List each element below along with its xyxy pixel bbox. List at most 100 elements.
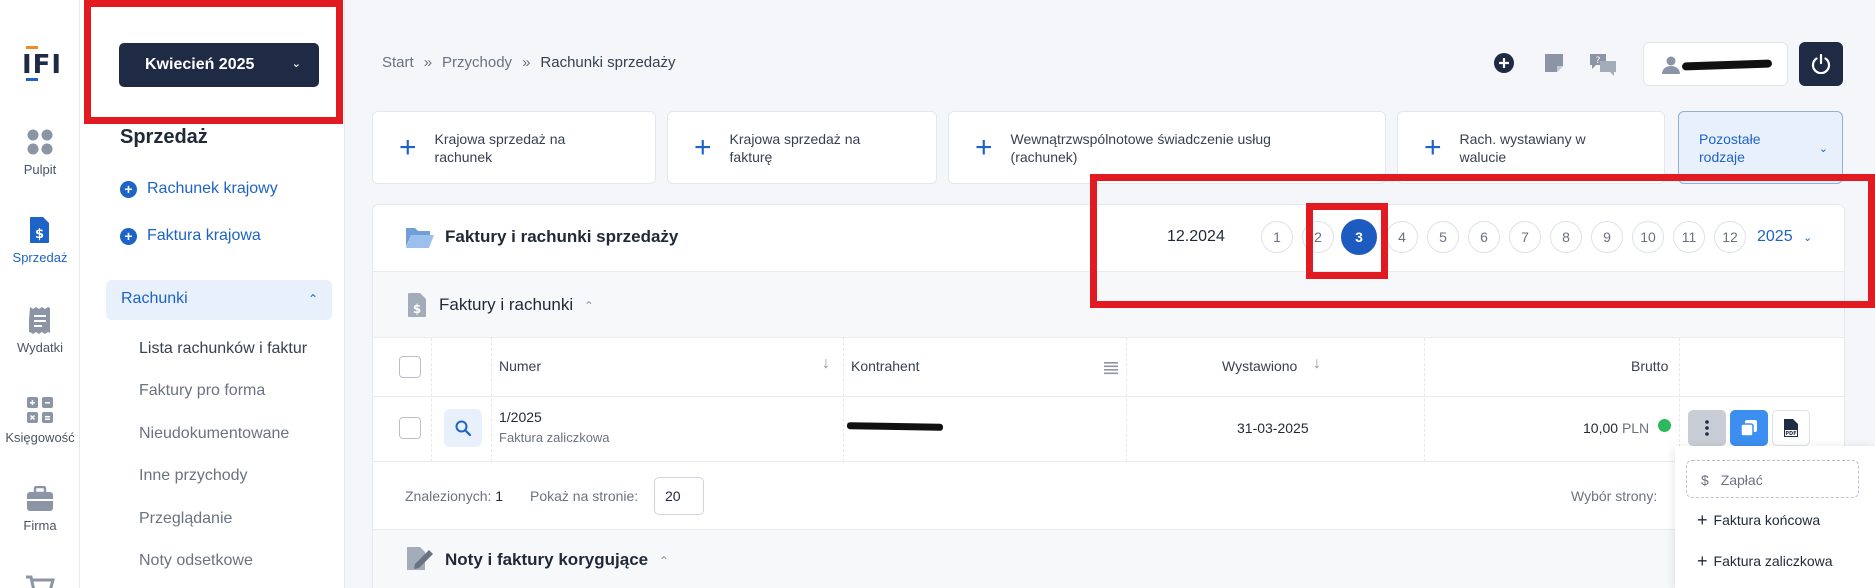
sidebar-subitem-noty-odsetkowe[interactable]: Noty odsetkowe: [139, 552, 253, 570]
rail-item-firma[interactable]: Firma: [0, 486, 80, 533]
menu-item-label: Faktura końcowa: [1713, 512, 1821, 528]
rail-item-pulpit[interactable]: Pulpit: [0, 128, 80, 177]
svg-text:$: $: [413, 302, 421, 316]
more-vertical-icon: [1705, 420, 1709, 436]
payment-status-dot: [1658, 419, 1671, 432]
plus-icon: +: [399, 130, 417, 164]
breadcrumb-separator-icon: »: [423, 54, 433, 71]
user-menu-button[interactable]: [1643, 42, 1788, 86]
filter-lines-icon[interactable]: [1104, 361, 1118, 375]
plus-icon: +: [1424, 130, 1442, 164]
sidebar-link-rachunek-krajowy[interactable]: + Rachunek krajowy: [120, 180, 278, 198]
breadcrumb-item-current: Rachunki sprzedaży: [540, 54, 676, 71]
plus-icon: +: [975, 130, 993, 164]
page-select-label: Wybór strony:: [1571, 488, 1658, 504]
logout-button[interactable]: [1799, 42, 1843, 86]
svg-text:?: ?: [1596, 56, 1601, 66]
sort-down-icon[interactable]: ↓: [822, 355, 830, 373]
document-edit-icon: [407, 547, 433, 570]
per-page-label: Pokaż na stronie:: [530, 488, 639, 504]
notes-title[interactable]: Noty i faktury korygujące ⌃: [445, 550, 669, 570]
breadcrumb-item-przychody[interactable]: Przychody: [442, 54, 512, 71]
folder-open-icon: [406, 228, 434, 248]
menu-item-label: Zapłać: [1720, 472, 1763, 488]
list-title-text: Faktury i rachunki: [439, 295, 574, 314]
redacted-username: [1681, 59, 1773, 71]
chevron-down-icon: ⌄: [1818, 143, 1828, 155]
quick-add-label: Rach. wystawiany w walucie: [1459, 130, 1586, 165]
sidebar-subitem-lista[interactable]: Lista rachunków i faktur: [139, 340, 307, 358]
briefcase-icon: [27, 486, 53, 511]
plus-icon: +: [1697, 510, 1708, 530]
invoice-dollar-icon: $: [30, 217, 49, 243]
rail-item-ksiegowosc[interactable]: Księgowość: [0, 396, 80, 445]
dollar-icon: $: [1701, 472, 1709, 488]
found-value: 1: [495, 488, 504, 504]
quick-add-label: Wewnątrzwspólnotowe świadczenie usług (r…: [1010, 130, 1271, 165]
calculator-icon: [27, 397, 53, 423]
rail-item-wydatki[interactable]: Wydatki: [0, 306, 80, 355]
highlight-box-month-pagination: [1090, 174, 1875, 308]
row-brutto: 10,00 PLN: [1583, 420, 1649, 436]
sidebar-link-label: Rachunek krajowy: [147, 180, 278, 197]
row-copy-button[interactable]: [1730, 410, 1768, 446]
row-brutto-amount: 10,00: [1583, 420, 1619, 436]
highlight-box-active-month: [1306, 203, 1388, 279]
rail-item-label: Firma: [23, 518, 57, 533]
table-row[interactable]: 1/2025 Faktura zaliczkowa 31-03-2025 10,…: [373, 397, 1844, 462]
receipt-icon: [29, 307, 50, 334]
sidebar-subitem-przegladanie[interactable]: Przeglądanie: [139, 510, 232, 528]
logo-accent-blue: [26, 78, 38, 81]
breadcrumb-item-start[interactable]: Start: [382, 54, 414, 71]
column-header-kontrahent[interactable]: Kontrahent: [851, 358, 920, 374]
per-page-input[interactable]: 20: [654, 477, 704, 515]
column-header-brutto[interactable]: Brutto: [1631, 358, 1668, 374]
rail-item-sprzedaz[interactable]: $ Sprzedaż: [0, 216, 80, 265]
pdf-file-icon: PDF: [1784, 419, 1798, 437]
sidebar-subitem-inne-przychody[interactable]: Inne przychody: [139, 467, 248, 485]
chat-help-icon[interactable]: ?: [1588, 52, 1618, 80]
breadcrumb-separator-icon: »: [522, 54, 531, 71]
row-checkbox[interactable]: [399, 417, 421, 439]
menu-item-label: Faktura zaliczkowa: [1713, 553, 1833, 569]
logo-text: IFI: [22, 50, 63, 80]
chevron-up-icon: ⌃: [307, 292, 318, 306]
panel-title: Faktury i rachunki sprzedaży: [445, 227, 679, 246]
sidebar-group-label: Rachunki: [121, 290, 188, 307]
sidebar-subitem-pro-forma[interactable]: Faktury pro forma: [139, 382, 265, 400]
sticky-note-icon[interactable]: [1543, 52, 1565, 78]
menu-item-faktura-koncowa[interactable]: + Faktura końcowa: [1697, 510, 1820, 531]
select-all-checkbox[interactable]: [399, 356, 421, 378]
quick-add-krajowa-faktura[interactable]: + Krajowa sprzedaż na fakturę: [667, 111, 937, 184]
row-wystawiono: 31-03-2025: [1237, 420, 1309, 436]
sidebar-subitem-nieudokumentowane[interactable]: Nieudokumentowane: [139, 425, 289, 443]
invoice-dollar-icon: $: [408, 293, 426, 317]
cart-icon: [26, 575, 55, 588]
row-pdf-button[interactable]: PDF: [1772, 410, 1810, 446]
column-header-numer[interactable]: Numer: [499, 358, 541, 374]
rail-item-label: Księgowość: [5, 430, 75, 445]
dashboard-icon: [27, 129, 53, 155]
plus-icon: +: [1697, 551, 1708, 571]
row-preview-button[interactable]: [444, 409, 482, 447]
rail-item-label: Sprzedaż: [12, 250, 68, 265]
svg-text:$: $: [35, 227, 44, 242]
row-numer[interactable]: 1/2025: [499, 409, 542, 425]
sort-down-icon[interactable]: ↓: [1313, 355, 1321, 373]
breadcrumb: Start » Przychody » Rachunki sprzedaży: [382, 54, 675, 71]
menu-item-faktura-zaliczkowa[interactable]: + Faktura zaliczkowa: [1697, 551, 1833, 572]
copy-icon: [1740, 420, 1757, 437]
rail-item-cart[interactable]: [0, 574, 80, 588]
list-subheader-title[interactable]: Faktury i rachunki ⌃: [439, 295, 594, 315]
sidebar-link-faktura-krajowa[interactable]: + Faktura krajowa: [120, 227, 261, 245]
menu-item-pay[interactable]: $ Zapłać: [1686, 460, 1859, 498]
app-logo[interactable]: IFI: [22, 40, 61, 84]
row-more-actions-button[interactable]: [1688, 410, 1726, 446]
rail-item-label: Wydatki: [16, 340, 64, 355]
column-header-wystawiono[interactable]: Wystawiono: [1222, 358, 1297, 374]
quick-add-krajowa-rachunek[interactable]: + Krajowa sprzedaż na rachunek: [372, 111, 656, 184]
svg-text:PDF: PDF: [1785, 431, 1796, 437]
add-new-icon[interactable]: [1493, 52, 1515, 78]
sidebar-group-rachunki[interactable]: Rachunki ⌃: [106, 280, 332, 320]
search-icon: [455, 420, 471, 436]
